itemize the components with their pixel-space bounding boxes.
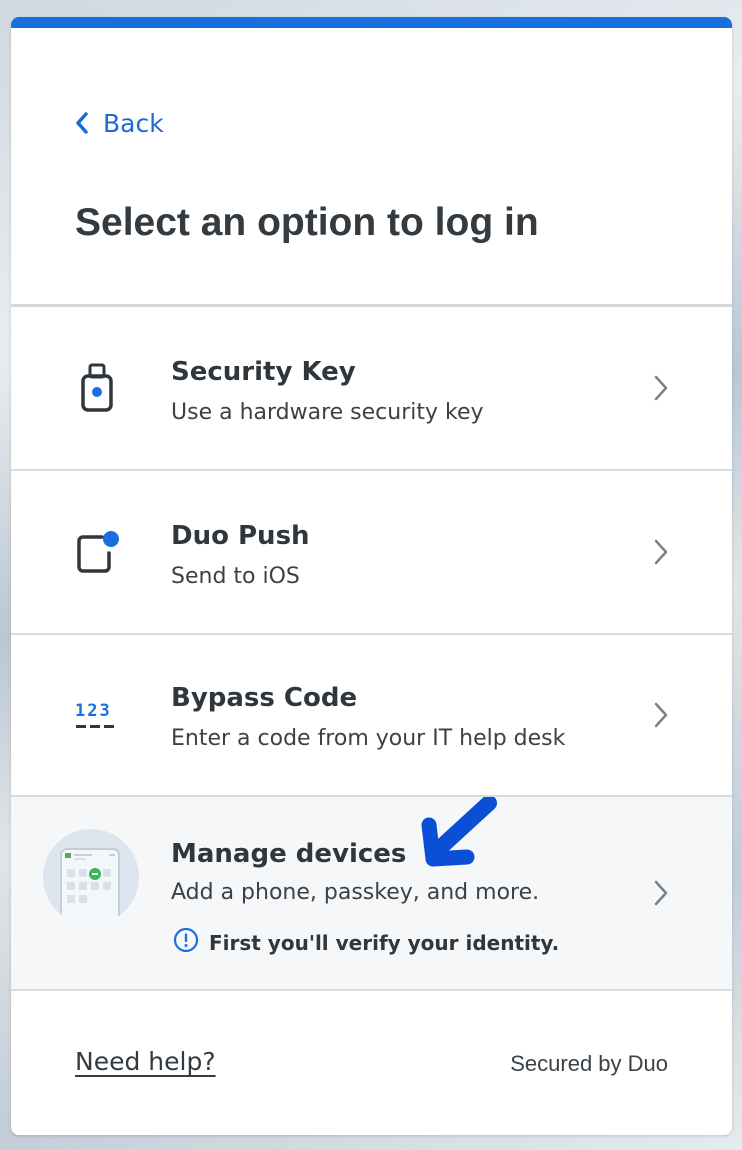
option-description: Add a phone, passkey, and more. <box>171 880 540 905</box>
accent-bar <box>11 17 732 28</box>
chevron-right-icon <box>653 879 669 911</box>
need-help-link[interactable]: Need help? <box>75 1047 216 1076</box>
chevron-left-icon <box>75 111 89 135</box>
back-label: Back <box>103 108 164 138</box>
chevron-right-icon <box>653 701 669 733</box>
annotation-arrow-icon <box>419 795 499 871</box>
option-name: Security Key <box>171 357 356 387</box>
back-link[interactable]: Back <box>75 107 164 139</box>
option-security-key[interactable]: Security Key Use a hardware security key <box>11 307 732 471</box>
option-description: Send to iOS <box>171 564 300 589</box>
manage-devices-illustration <box>43 829 139 925</box>
option-description: Enter a code from your IT help desk <box>171 726 566 751</box>
option-description: Use a hardware security key <box>171 400 484 425</box>
bypass-code-icon: 123 <box>75 701 119 731</box>
chevron-right-icon <box>653 538 669 570</box>
verify-identity-notice: First you'll verify your identity. <box>173 927 559 958</box>
option-name: Duo Push <box>171 521 310 551</box>
option-name: Bypass Code <box>171 683 358 713</box>
option-manage-devices[interactable]: Manage devices Add a phone, passkey, and… <box>11 797 732 991</box>
secured-by-duo: Secured by Duo <box>510 1051 668 1076</box>
notice-text: First you'll verify your identity. <box>209 930 560 955</box>
page-title: Select an option to log in <box>75 201 539 244</box>
chevron-right-icon <box>653 374 669 406</box>
usb-key-icon <box>75 363 119 417</box>
phone-notification-icon <box>75 527 123 579</box>
info-icon <box>173 927 199 958</box>
option-name: Manage devices <box>171 839 407 869</box>
option-bypass-code[interactable]: 123 Bypass Code Enter a code from your I… <box>11 635 732 797</box>
login-card: Back Select an option to log in Security… <box>11 17 732 1135</box>
bypass-code-digits: 123 <box>75 701 112 721</box>
option-duo-push[interactable]: Duo Push Send to iOS <box>11 471 732 635</box>
